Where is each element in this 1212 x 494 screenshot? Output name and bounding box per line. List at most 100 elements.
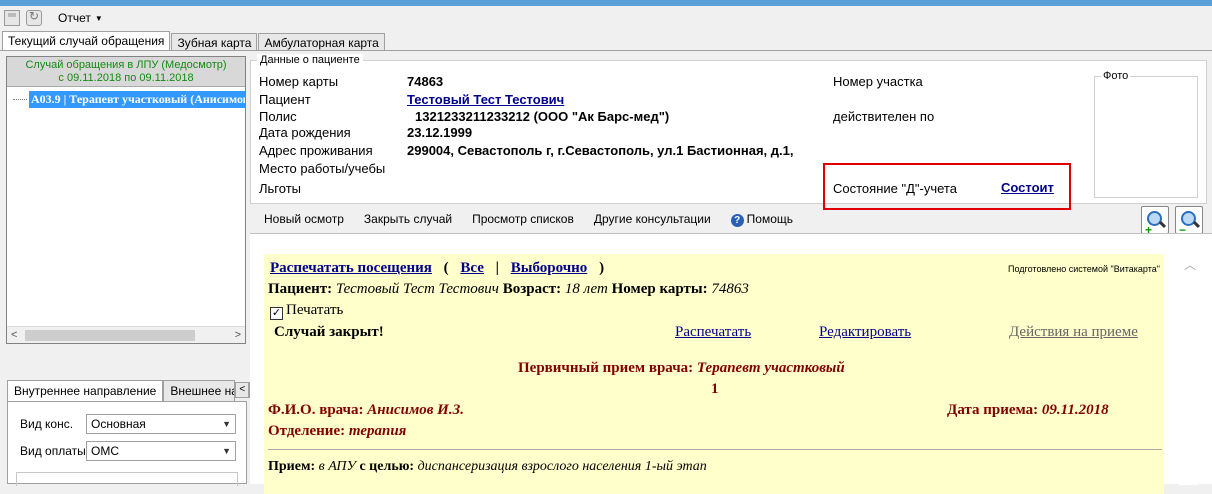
visit-date-value: 09.11.2018 [1041,402,1109,418]
paren-open: ( [443,260,449,276]
print-checkbox[interactable]: ✓ [270,307,283,320]
benefits-label: Льготы [259,181,302,196]
print-checkbox-row[interactable]: ✓ Печатать [270,302,343,320]
zoom-in-button[interactable]: + [1141,206,1169,237]
case-header: Случай обращения в ЛПУ (Медосмотр) с 09.… [7,57,245,87]
separator: | [495,260,499,276]
save-icon[interactable] [4,10,20,26]
close-case-button[interactable]: Закрыть случай [364,212,452,226]
tab-internal-direction[interactable]: Внутреннее направление [7,380,164,402]
edit-link[interactable]: Редактировать [819,324,911,341]
print-visits-row: Распечатать посещения ( Все | Выборочно … [270,260,604,277]
patient-label: Пациент [259,92,311,107]
district-number-label: Номер участка [833,74,923,89]
doctor-label: Ф.И.О. врача: [268,402,364,418]
scroll-left-icon[interactable]: < [11,329,17,341]
other-consultations-button[interactable]: Другие консультации [594,212,711,226]
policy-value: 1321233211233212 (ООО "Ак Барс-мед") [415,109,670,124]
doc-age-value: 18 лет [564,281,608,297]
paren-close: ) [599,260,605,276]
patient-name-link[interactable]: Тестовый Тест Тестович [407,92,564,107]
visit-date-label: Дата приема: [947,402,1039,418]
scroll-up-icon[interactable]: ︿ [1184,256,1196,273]
patient-group-title: Данные о пациенте [257,54,363,66]
direction-tabs: Внутреннее направление Внешнее на < > [7,380,264,402]
tab-current-case[interactable]: Текущий случай обращения [2,31,171,51]
report-menu[interactable]: Отчет ▼ [58,11,103,25]
doctor-line: Ф.И.О. врача: Анисимов И.З. [268,402,464,419]
d-status-label: Состояние "Д"-учета [833,181,957,196]
visit-title: Первичный прием врача: Терапевт участков… [518,360,845,377]
reception-label: Прием: [268,459,316,474]
tree-item-label: А03.9 | Терапевт участковый (Анисимов [29,91,245,108]
birth-date-value: 23.12.1999 [407,125,473,140]
toolbar: Отчет ▼ [0,6,1212,30]
print-link[interactable]: Распечатать [675,324,751,341]
horizontal-scrollbar[interactable]: < > [7,326,245,343]
print-checkbox-label: Печатать [286,302,344,318]
workplace-label: Место работы/учебы [259,161,386,176]
visit-date-line: Дата приема: 09.11.2018 [947,402,1109,419]
help-button[interactable]: ? Помощь [730,211,794,227]
doc-card-value: 74863 [711,281,749,297]
department-line: Отделение: терапия [268,423,406,440]
photo-box: Фото [1094,70,1198,198]
case-header-title: Случай обращения в ЛПУ (Медосмотр) [25,59,227,71]
prepared-by-note: Подготовлено системой "Витакарта" [1008,264,1160,274]
department-value: терапия [348,423,407,439]
tab-outpatient-card[interactable]: Амбулаторная карта [258,33,385,51]
doctor-value: Анисимов И.З. [367,402,464,418]
policy-label: Полис [259,109,297,124]
card-number-label: Номер карты [259,74,339,89]
magnifier-handle [1192,220,1201,229]
tab-scroll-left-icon[interactable]: < [235,382,250,398]
chevron-down-icon: ▼ [222,446,231,456]
case-closed-text: Случай закрыт! [274,324,384,340]
consult-kind-row: Вид конс. Основная ▼ [20,414,236,434]
visit-actions-link[interactable]: Действия на приеме [1009,324,1138,341]
view-lists-button[interactable]: Просмотр списков [472,212,574,226]
help-label: Помощь [746,211,794,226]
new-exam-button[interactable]: Новый осмотр [264,212,344,226]
payment-kind-value: ОМС [91,444,119,458]
selective-link[interactable]: Выборочно [511,260,588,276]
doc-card-label: Номер карты: [611,281,708,297]
visit-number: 1 [711,381,719,397]
help-icon: ? [730,213,744,227]
refresh-icon[interactable] [26,9,42,26]
tree-connector [13,99,27,100]
address-label: Адрес проживания [259,143,373,158]
department-label: Отделение: [268,423,346,439]
tab-dental-card[interactable]: Зубная карта [171,33,258,51]
tab-external-direction[interactable]: Внешнее на [163,380,236,402]
all-link[interactable]: Все [460,260,484,276]
zoom-out-button[interactable]: − [1175,206,1203,237]
tabs-divider [0,50,1212,51]
address-value: 299004, Севастополь г, г.Севастополь, ул… [407,143,794,158]
document-view: Распечатать посещения ( Все | Выборочно … [250,233,1212,494]
scroll-right-icon[interactable]: > [235,329,241,341]
case-header-dates: с 09.11.2018 по 09.11.2018 [58,72,194,84]
magnifier-handle [1158,220,1167,229]
reception-line: Прием: в АПУ с целью: диспансеризация вз… [268,459,707,475]
d-status-link[interactable]: Состоит [1001,180,1054,195]
main-tabs: Текущий случай обращения Зубная карта Ам… [2,31,386,51]
consult-kind-select[interactable]: Основная ▼ [86,414,236,434]
visit-title-label: Первичный прием врача: [518,360,694,376]
photo-title: Фото [1101,70,1131,82]
chevron-down-icon: ▼ [222,419,231,429]
print-visits-link[interactable]: Распечатать посещения [270,260,432,276]
vertical-scrollbar[interactable]: ︿ [1179,234,1199,485]
payment-kind-select[interactable]: ОМС ▼ [86,441,236,461]
report-menu-label: Отчет [58,11,91,25]
consult-kind-label: Вид конс. [20,417,74,431]
direction-panel: Вид конс. Основная ▼ Вид оплаты ОМС ▼ [7,401,247,486]
consult-kind-value: Основная [91,417,146,431]
patient-summary-line: Пациент: Тестовый Тест Тестович Возраст:… [268,281,749,298]
reception-place: в АПУ [318,459,356,474]
doc-age-label: Возраст: [502,281,562,297]
purpose-label: с целью: [359,459,415,474]
valid-until-label: действителен по [833,109,935,124]
tree-item-visit[interactable]: А03.9 | Терапевт участковый (Анисимов [13,91,245,108]
scrollbar-thumb[interactable] [25,330,195,341]
